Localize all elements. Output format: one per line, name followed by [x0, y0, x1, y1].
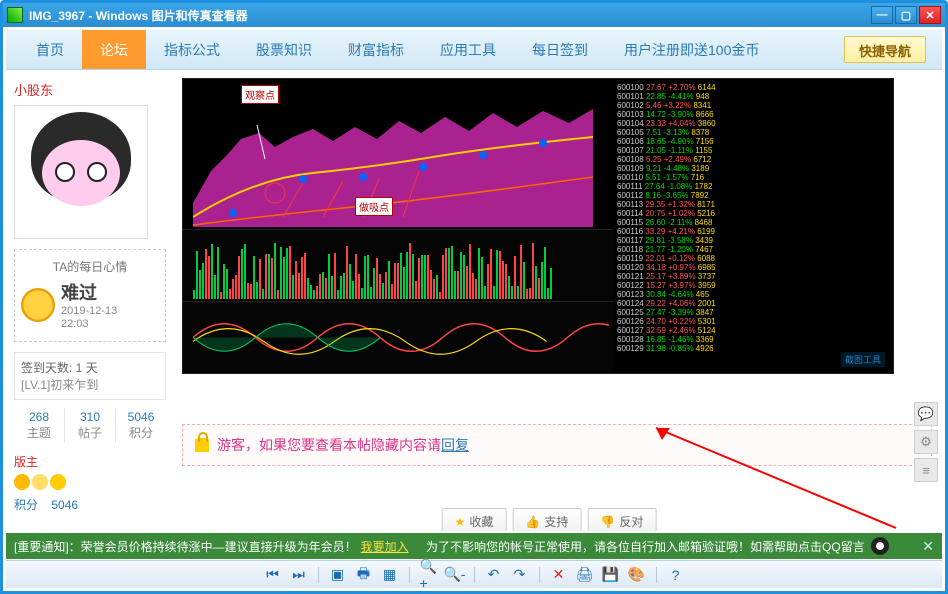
chart-callout-top: 观察点	[241, 85, 279, 104]
lock-icon	[195, 438, 209, 452]
gear-icon[interactable]: ⚙	[914, 430, 938, 454]
hidden-text: 游客，如果您要查看本帖隐藏内容请	[217, 435, 441, 455]
post-actions: ★收藏 👍支持 👎反对	[442, 508, 657, 531]
chat-icon[interactable]: 💬	[914, 402, 938, 426]
notice-text2: 为了不影响您的帐号正常使用，请各位自行加入邮箱验证哦！如需帮助点击QQ留言	[426, 538, 865, 555]
volume-bars	[193, 239, 611, 299]
mood-title: TA的每日心情	[21, 258, 159, 275]
quicknav-button[interactable]: 快捷导航	[844, 36, 926, 63]
slideshow-button[interactable]: ▦	[381, 566, 399, 584]
prev-button[interactable]: ⏮	[264, 566, 282, 584]
rotate-cw-button[interactable]: ↷	[511, 566, 529, 584]
nav-knowledge[interactable]: 股票知识	[238, 30, 330, 69]
notice-text1: [重要通知]：荣誉会员价格持续待涨中—建议直接升级为年会员！	[14, 538, 357, 555]
chart-callout-bottom: 做吸点	[355, 197, 393, 216]
hidden-content-notice: 游客，如果您要查看本帖隐藏内容请 回复	[182, 424, 932, 466]
star-icon	[50, 474, 66, 490]
minimize-button[interactable]: —	[871, 6, 893, 24]
user-stats: 268主题 310帖子 5046积分	[14, 408, 166, 443]
reply-link[interactable]: 回复	[441, 435, 469, 455]
zoom-in-button[interactable]: 🔍+	[420, 566, 438, 584]
nav-tools[interactable]: 应用工具	[422, 30, 514, 69]
user-level: [LV.1]初来乍到	[21, 376, 159, 393]
nav-signin[interactable]: 每日签到	[514, 30, 606, 69]
fit-button[interactable]: ▣	[329, 566, 347, 584]
mood-label: 难过	[61, 283, 97, 303]
delete-button[interactable]: ✕	[550, 566, 568, 584]
main-nav: 首页 论坛 指标公式 股票知识 财富指标 应用工具 每日签到 用户注册即送100…	[6, 30, 942, 70]
watermark: 截图工具	[841, 352, 885, 367]
support-button[interactable]: 👍支持	[512, 508, 581, 531]
actual-size-button[interactable]: 🖶	[355, 566, 373, 584]
list-icon[interactable]: ≡	[914, 458, 938, 482]
nav-formula[interactable]: 指标公式	[146, 30, 238, 69]
sun-icon	[14, 474, 30, 490]
print-button[interactable]: 🖨	[576, 566, 594, 584]
sign-box: 签到天数: 1 天 [LV.1]初来乍到	[14, 352, 166, 400]
window-title: IMG_3967 - Windows 图片和传真查看器	[29, 7, 248, 24]
close-button[interactable]: ✕	[919, 6, 941, 24]
nav-home[interactable]: 首页	[18, 30, 82, 69]
viewer-toolbar: ⏮ ⏭ ▣ 🖶 ▦ 🔍+ 🔍- ↶ ↷ ✕ 🖨 💾 🎨 ?	[6, 560, 942, 588]
zoom-out-button[interactable]: 🔍-	[446, 566, 464, 584]
qq-icon[interactable]	[871, 537, 889, 555]
notice-bar: [重要通知]：荣誉会员价格持续待涨中—建议直接升级为年会员！ 我要加入 为了不影…	[6, 533, 942, 559]
open-button[interactable]: 🎨	[628, 566, 646, 584]
post-main: 观察点 做吸点	[166, 78, 932, 531]
oppose-button[interactable]: 👎反对	[587, 508, 656, 531]
notice-close-icon[interactable]: ✕	[922, 538, 934, 555]
nav-wealth[interactable]: 财富指标	[330, 30, 422, 69]
annotation-text: 隐藏内容回复前的提示	[756, 528, 932, 531]
sign-days: 签到天数: 1 天	[21, 359, 159, 376]
mood-face-icon	[21, 288, 55, 322]
user-sidebar: 小股东 TA的每日心情 难过 2019-12-1322:03 签到天数	[14, 78, 166, 531]
username[interactable]: 小股东	[14, 78, 166, 105]
maximize-button[interactable]: ▢	[895, 6, 917, 24]
app-icon	[7, 7, 23, 23]
avatar[interactable]	[14, 105, 148, 239]
favorite-button[interactable]: ★收藏	[442, 508, 507, 531]
moon-icon	[32, 474, 48, 490]
save-button[interactable]: 💾	[602, 566, 620, 584]
notice-join-link[interactable]: 我要加入	[361, 538, 409, 555]
stock-chart-image: 观察点 做吸点	[182, 78, 894, 374]
rotate-ccw-button[interactable]: ↶	[485, 566, 503, 584]
window-titlebar: IMG_3967 - Windows 图片和传真查看器 — ▢ ✕	[3, 3, 945, 27]
nav-forum[interactable]: 论坛	[82, 30, 146, 69]
owner-tag: 版主	[14, 455, 38, 469]
mood-box: TA的每日心情 难过 2019-12-1322:03	[14, 249, 166, 342]
side-toolbar: 💬 ⚙ ≡	[914, 402, 938, 486]
help-button[interactable]: ?	[667, 566, 685, 584]
owner-block: 版主 积分 5046	[14, 453, 166, 513]
next-button[interactable]: ⏭	[290, 566, 308, 584]
stock-list-panel: 600100 27.67 +2.70% 6144600101 22.85 -4.…	[613, 79, 893, 373]
nav-register[interactable]: 用户注册即送100金币	[606, 30, 777, 69]
